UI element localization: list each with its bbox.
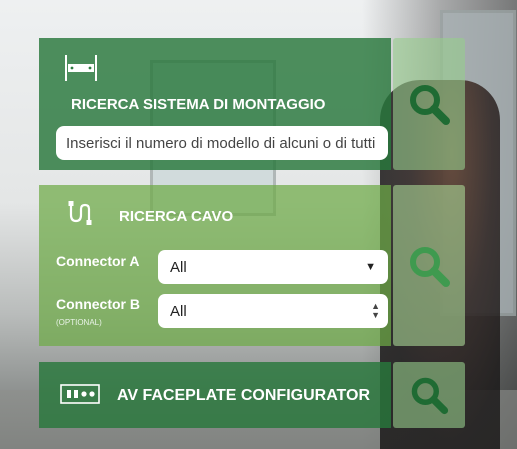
search-icon	[410, 246, 450, 287]
mount-search-button[interactable]	[393, 38, 465, 170]
connector-b-value: All	[170, 302, 187, 320]
connector-b-optional: (OPTIONAL)	[56, 318, 102, 327]
connector-a-value: All	[170, 258, 187, 276]
cable-search-button[interactable]	[393, 185, 465, 346]
chevron-down-icon: ▼	[365, 261, 376, 273]
connector-a-select[interactable]: All ▼	[158, 250, 388, 284]
model-number-input[interactable]	[56, 126, 388, 160]
connector-b-label: Connector B	[56, 296, 140, 312]
faceplate-icon	[60, 383, 100, 410]
mount-search-title: RICERCA SISTEMA DI MONTAGGIO	[71, 96, 326, 113]
rack-mount-icon	[63, 55, 99, 86]
search-icon	[410, 85, 450, 125]
connector-b-select[interactable]: All ▲ ▼	[158, 294, 388, 328]
cable-search-title: RICERCA CAVO	[119, 208, 234, 225]
faceplate-title: AV FACEPLATE CONFIGURATOR	[117, 387, 371, 404]
faceplate-configurator-button[interactable]	[393, 362, 465, 428]
search-icon	[411, 377, 449, 415]
updown-arrows-icon: ▲ ▼	[371, 301, 380, 320]
cable-icon	[68, 201, 94, 230]
connector-a-label: Connector A	[56, 253, 140, 269]
